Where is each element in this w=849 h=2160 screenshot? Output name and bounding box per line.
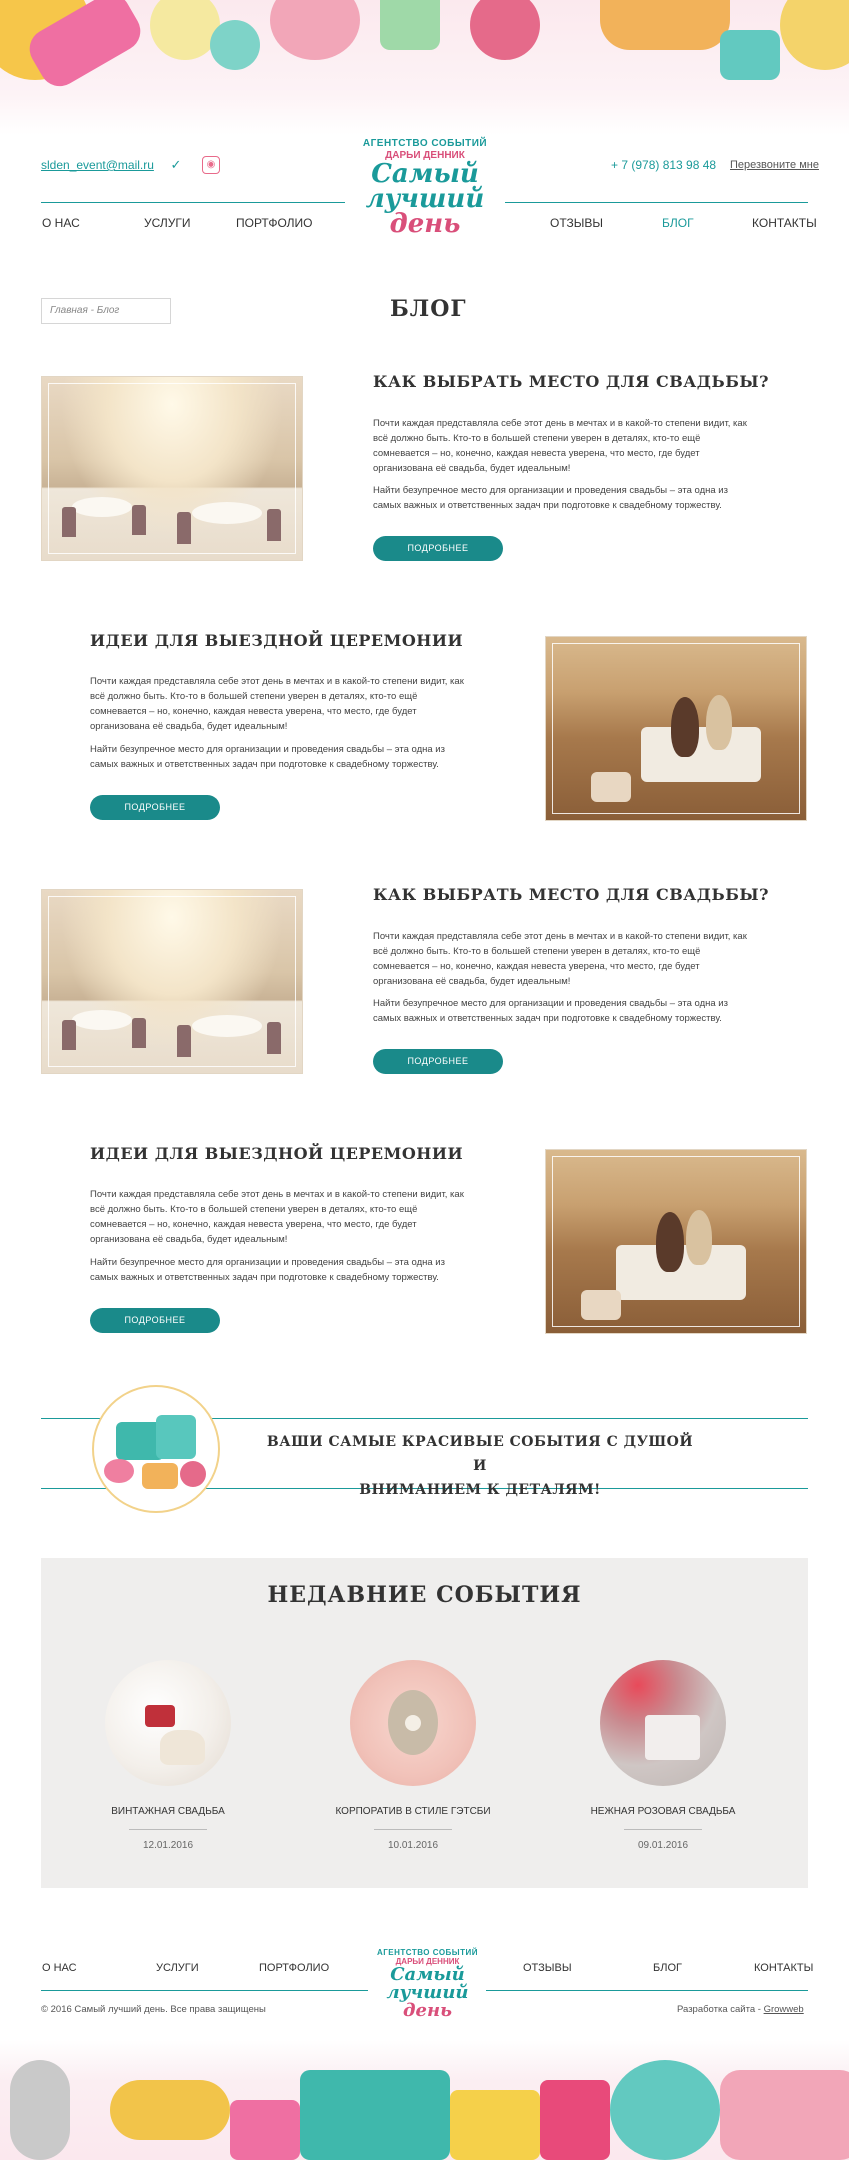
site-logo[interactable]: АГЕНТСТВО СОБЫТИЙ ДАРЬИ ДЕННИК Самый луч… (350, 138, 500, 258)
event-1-name[interactable]: ВИНТАЖНАЯ СВАДЬБА (68, 1806, 268, 1817)
basket-decoration (600, 0, 730, 50)
footer-nav-about[interactable]: О НАС (42, 1962, 77, 1974)
footer-nav-portfolio[interactable]: ПОРТФОЛИО (259, 1962, 329, 1974)
developer-prefix: Разработка сайта - (677, 2004, 764, 2015)
instagram-icon[interactable]: ◉ (202, 156, 220, 174)
footer-logo-word-3: день (403, 2000, 452, 2021)
article-4-more-button[interactable]: ПОДРОБНЕЕ (90, 1308, 220, 1333)
candy-pile-decoration (720, 2070, 849, 2160)
event-3-name[interactable]: НЕЖНАЯ РОЗОВАЯ СВАДЬБА (563, 1806, 763, 1817)
article-1-text-1: Почти каждая представляла себе этот день… (373, 418, 747, 474)
slogan-line-1: ВАШИ САМЫЕ КРАСИВЫЕ СОБЫТИЯ С ДУШОЙ И (266, 1434, 694, 1474)
top-decorative-banner (0, 0, 849, 135)
event-3-separator (624, 1829, 702, 1830)
trumpet-decoration (110, 2080, 230, 2140)
article-2-more-button[interactable]: ПОДРОБНЕЕ (90, 795, 220, 820)
slogan: ВАШИ САМЫЕ КРАСИВЫЕ СОБЫТИЯ С ДУШОЙ И ВН… (260, 1430, 700, 1502)
event-2-separator (374, 1829, 452, 1830)
event-2-name[interactable]: КОРПОРАТИВ В СТИЛЕ ГЭТСБИ (313, 1806, 513, 1817)
bowl-decoration (610, 2060, 720, 2160)
gift-red-decoration (540, 2080, 610, 2160)
article-3-more-button[interactable]: ПОДРОБНЕЕ (373, 1049, 503, 1074)
nav-services[interactable]: УСЛУГИ (144, 216, 191, 230)
footer-nav-contacts[interactable]: КОНТАКТЫ (754, 1962, 813, 1974)
article-4-text-2: Найти безупречное место для организации … (90, 1257, 445, 1283)
developer-credit: Разработка сайта - Growweb (677, 2004, 804, 2015)
developer-link[interactable]: Growweb (764, 2004, 804, 2015)
nav-portfolio[interactable]: ПОРТФОЛИО (236, 216, 313, 230)
flower-decoration (470, 0, 540, 60)
nav-reviews[interactable]: ОТЗЫВЫ (550, 216, 603, 230)
event-1-date: 12.01.2016 (142, 1840, 194, 1851)
article-1-image[interactable] (41, 376, 303, 561)
ring-box-decoration (720, 30, 780, 80)
glasses-decoration (270, 0, 360, 60)
article-4-image[interactable] (545, 1149, 807, 1334)
article-2-image[interactable] (545, 636, 807, 821)
nav-contacts[interactable]: КОНТАКТЫ (752, 216, 817, 230)
slogan-line-2: ВНИМАНИЕМ К ДЕТАЛЯМ! (359, 1482, 601, 1498)
article-2-text-2: Найти безупречное место для организации … (90, 744, 445, 770)
footer-nav-reviews[interactable]: ОТЗЫВЫ (523, 1962, 572, 1974)
article-1-text-2: Найти безупречное место для организации … (373, 485, 728, 511)
vk-icon[interactable]: ✓ (167, 156, 185, 174)
email-link[interactable]: slden_event@mail.ru (41, 158, 154, 172)
article-2-text-1: Почти каждая представляла себе этот день… (90, 676, 464, 732)
event-2-date: 10.01.2016 (387, 1840, 439, 1851)
article-1-more-button[interactable]: ПОДРОБНЕЕ (373, 536, 503, 561)
footer-logo-agency: АГЕНТСТВО СОБЫТИЙ (376, 1948, 479, 1957)
event-2-image[interactable] (350, 1660, 476, 1786)
gift-pink-decoration (230, 2100, 300, 2160)
logo-word-3: день (389, 209, 461, 239)
breadcrumb[interactable]: Главная - Блог (41, 298, 171, 324)
nav-about[interactable]: О НАС (42, 216, 80, 230)
copyright: © 2016 Самый лучший день. Все права защи… (41, 2004, 266, 2015)
event-3-image[interactable] (600, 1660, 726, 1786)
event-1-image[interactable] (105, 1660, 231, 1786)
article-4-text-1: Почти каждая представляла себе этот день… (90, 1189, 464, 1245)
gift-teal-decoration (300, 2070, 450, 2160)
gift-yellow-decoration (450, 2090, 540, 2160)
article-1-title[interactable]: КАК ВЫБРАТЬ МЕСТО ДЛЯ СВАДЬБЫ? (373, 372, 769, 391)
article-4-title[interactable]: ИДЕИ ДЛЯ ВЫЕЗДНОЙ ЦЕРЕМОНИИ (90, 1144, 463, 1163)
footer-nav-services[interactable]: УСЛУГИ (156, 1962, 199, 1974)
page-title: БЛОГ (390, 296, 467, 322)
footer-logo[interactable]: АГЕНТСТВО СОБЫТИЙ ДАРЬИ ДЕННИК Самый луч… (370, 1948, 485, 2028)
recent-events-title: НЕДАВНИЕ СОБЫТИЯ (267, 1582, 582, 1608)
article-3-text-2: Найти безупречное место для организации … (373, 998, 728, 1024)
lamp-decoration (150, 0, 220, 60)
callback-link[interactable]: Перезвоните мне (730, 159, 819, 171)
phone-number[interactable]: + 7 (978) 813 98 48 (611, 158, 716, 172)
article-3-image[interactable] (41, 889, 303, 1074)
article-3-title[interactable]: КАК ВЫБРАТЬ МЕСТО ДЛЯ СВАДЬБЫ? (373, 885, 769, 904)
microphone-decoration (10, 2060, 70, 2160)
article-2-title[interactable]: ИДЕИ ДЛЯ ВЫЕЗДНОЙ ЦЕРЕМОНИИ (90, 631, 463, 650)
logo-agency-line: АГЕНТСТВО СОБЫТИЙ (362, 138, 488, 149)
article-3-text-1: Почти каждая представляла себе этот день… (373, 931, 747, 987)
event-1-separator (129, 1829, 207, 1830)
nav-blog[interactable]: БЛОГ (662, 216, 694, 230)
bottom-decorative-banner (0, 2040, 849, 2160)
candy-decoration (780, 0, 849, 70)
footer-nav-blog[interactable]: БЛОГ (653, 1962, 682, 1974)
gifts-illustration (92, 1385, 220, 1513)
macaron-decoration (210, 20, 260, 70)
event-3-date: 09.01.2016 (637, 1840, 689, 1851)
bottle-decoration (380, 0, 440, 50)
